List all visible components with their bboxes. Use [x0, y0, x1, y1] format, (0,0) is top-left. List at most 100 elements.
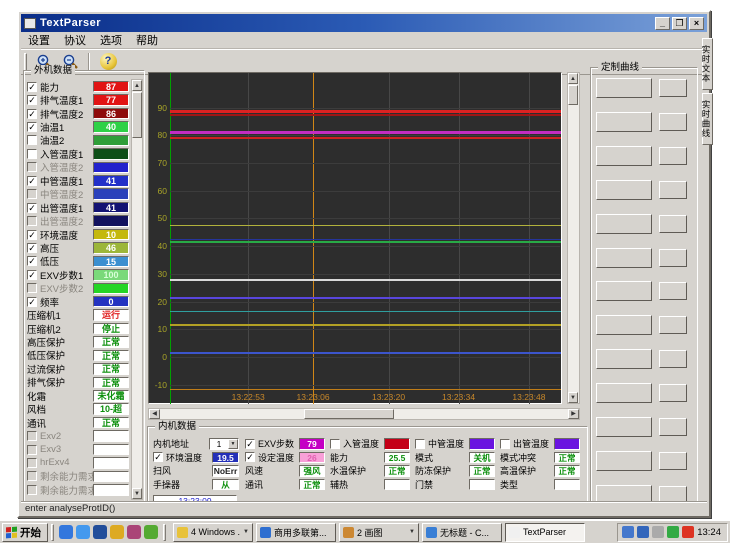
series-line-排气温度1: [170, 137, 561, 139]
curve-name-button[interactable]: [596, 417, 652, 437]
curve-name-button[interactable]: [596, 78, 652, 98]
curve-value-button[interactable]: [659, 181, 687, 199]
checkbox[interactable]: [27, 445, 37, 455]
plot-area[interactable]: 13:22:5313:23:0613:23:2013:23:3413:23:48…: [148, 72, 562, 404]
quick-launch-icon-3[interactable]: [93, 525, 107, 539]
chart-vertical-scrollbar[interactable]: ▲ ▼: [567, 72, 580, 404]
checkbox[interactable]: ✓: [153, 452, 163, 462]
menu-options[interactable]: 选项: [93, 31, 129, 49]
checkbox[interactable]: ✓: [27, 95, 37, 105]
menu-help[interactable]: 帮助: [129, 31, 165, 49]
tray-icon-1[interactable]: [622, 526, 634, 538]
checkbox[interactable]: ✓: [27, 122, 37, 132]
value-box: [93, 484, 129, 496]
scroll-up-icon[interactable]: ▲: [568, 73, 578, 84]
menu-settings[interactable]: 设置: [21, 31, 57, 49]
curve-value-button[interactable]: [659, 249, 687, 267]
curve-value-button[interactable]: [659, 113, 687, 131]
checkbox[interactable]: ✓: [27, 270, 37, 280]
checkbox[interactable]: [27, 135, 37, 145]
task-button[interactable]: 商用多联第...: [256, 523, 336, 542]
scroll-right-icon[interactable]: ▶: [568, 409, 579, 419]
task-button[interactable]: TextParser: [505, 523, 585, 542]
quick-launch-icon-6[interactable]: [144, 525, 158, 539]
titlebar[interactable]: TextParser _ ❐ ×: [21, 14, 707, 32]
checkbox[interactable]: [27, 485, 37, 495]
checkbox[interactable]: ✓: [245, 439, 255, 449]
checkbox[interactable]: [27, 458, 37, 468]
scrollbar-thumb[interactable]: [568, 85, 578, 105]
checkbox[interactable]: [27, 149, 37, 159]
curve-name-button[interactable]: [596, 146, 652, 166]
indoor-address-dropdown[interactable]: 1▼: [209, 438, 239, 450]
scroll-down-icon[interactable]: ▼: [132, 488, 142, 499]
curve-name-button[interactable]: [596, 349, 652, 369]
checkbox[interactable]: ✓: [27, 297, 37, 307]
curve-name-button[interactable]: [596, 214, 652, 234]
task-button[interactable]: 无标题 - C...: [422, 523, 502, 542]
scroll-down-icon[interactable]: ▼: [568, 392, 578, 403]
curve-value-button[interactable]: [659, 282, 687, 300]
tab-realtime-text[interactable]: 实时文本: [702, 38, 713, 90]
task-button[interactable]: 4 Windows ...▼: [173, 523, 253, 542]
chevron-down-icon[interactable]: ▼: [228, 439, 238, 449]
checkbox[interactable]: [27, 283, 37, 293]
scroll-left-icon[interactable]: ◀: [149, 409, 160, 419]
checkbox[interactable]: [415, 439, 425, 449]
curve-value-button[interactable]: [659, 418, 687, 436]
scroll-up-icon[interactable]: ▲: [132, 80, 142, 91]
curve-value-button[interactable]: [659, 79, 687, 97]
curve-value-button[interactable]: [659, 215, 687, 233]
checkbox[interactable]: ✓: [245, 452, 255, 462]
menu-protocol[interactable]: 协议: [57, 31, 93, 49]
quick-launch-icon-5[interactable]: [127, 525, 141, 539]
checkbox[interactable]: [27, 471, 37, 481]
curve-name-button[interactable]: [596, 180, 652, 200]
checkbox[interactable]: ✓: [27, 256, 37, 266]
chart-horizontal-scrollbar[interactable]: ◀ ▶: [148, 408, 580, 420]
quick-launch-icon-4[interactable]: [110, 525, 124, 539]
checkbox[interactable]: [27, 162, 37, 172]
start-button[interactable]: 开始: [2, 523, 48, 542]
tab-realtime-curve[interactable]: 实时曲线: [702, 93, 713, 145]
curve-name-button[interactable]: [596, 315, 652, 335]
curve-name-button[interactable]: [596, 281, 652, 301]
curve-name-button[interactable]: [596, 248, 652, 268]
left-panel-row: ✓排气温度177: [27, 93, 129, 106]
tray-icon-3[interactable]: [652, 526, 664, 538]
checkbox[interactable]: [27, 189, 37, 199]
curve-value-button[interactable]: [659, 316, 687, 334]
scrollbar-thumb[interactable]: [304, 409, 394, 419]
restore-button[interactable]: ❐: [672, 17, 687, 30]
left-panel-row: 压缩机1运行: [27, 308, 129, 321]
checkbox[interactable]: [27, 431, 37, 441]
curve-value-button[interactable]: [659, 384, 687, 402]
task-button[interactable]: 2 画图▼: [339, 523, 419, 542]
tray-icon-2[interactable]: [637, 526, 649, 538]
tray-icon-5[interactable]: [682, 526, 694, 538]
checkbox[interactable]: ✓: [27, 243, 37, 253]
checkbox[interactable]: ✓: [27, 203, 37, 213]
close-button[interactable]: ×: [689, 17, 704, 30]
checkbox[interactable]: ✓: [27, 176, 37, 186]
minimize-button[interactable]: _: [655, 17, 670, 30]
curve-value-button[interactable]: [659, 147, 687, 165]
checkbox[interactable]: ✓: [27, 230, 37, 240]
curve-value-button[interactable]: [659, 452, 687, 470]
left-row-label: 排气保护: [27, 375, 93, 389]
quick-launch-icon-2[interactable]: [76, 525, 90, 539]
left-row-label: 高压保护: [27, 335, 93, 349]
checkbox[interactable]: ✓: [27, 82, 37, 92]
checkbox[interactable]: ✓: [27, 109, 37, 119]
left-panel-scrollbar[interactable]: ▲ ▼: [131, 79, 143, 500]
checkbox[interactable]: [330, 439, 340, 449]
scrollbar-thumb[interactable]: [132, 92, 142, 138]
checkbox[interactable]: [27, 216, 37, 226]
curve-name-button[interactable]: [596, 112, 652, 132]
curve-name-button[interactable]: [596, 451, 652, 471]
quick-launch-icon-1[interactable]: [59, 525, 73, 539]
curve-value-button[interactable]: [659, 350, 687, 368]
tray-icon-4[interactable]: [667, 526, 679, 538]
checkbox[interactable]: [500, 439, 510, 449]
curve-name-button[interactable]: [596, 383, 652, 403]
